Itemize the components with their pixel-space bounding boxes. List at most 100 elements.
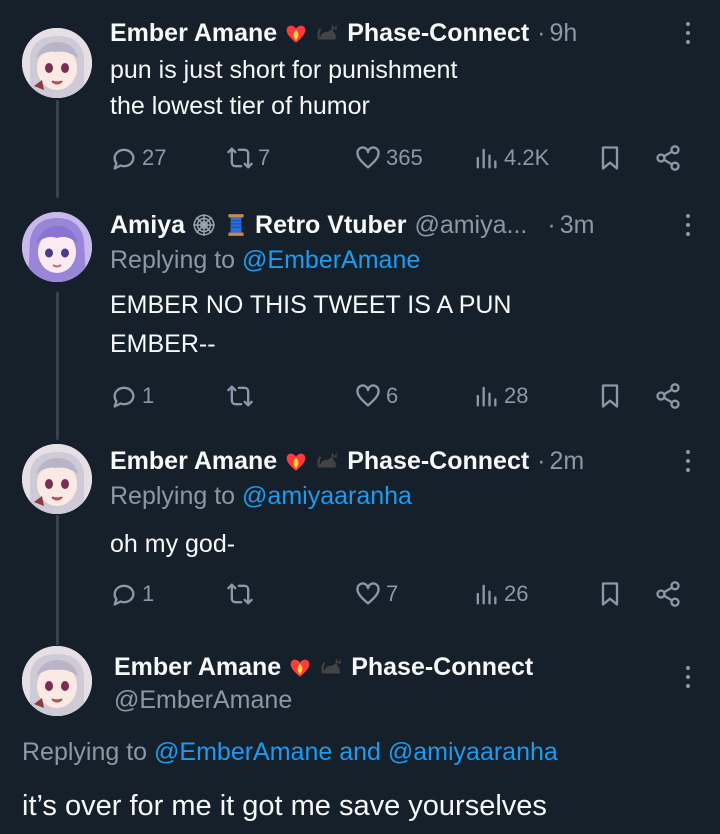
mention-link[interactable]: @EmberAmane: [242, 246, 420, 274]
tweet[interactable]: Ember Amane Phase-Connect · 2m Replying …: [0, 430, 720, 630]
tweet-text: pun is just short for punishment the low…: [110, 52, 680, 124]
reply-button[interactable]: 27: [110, 140, 166, 176]
share-icon: [656, 383, 680, 409]
reply-icon: [113, 386, 135, 408]
share-button[interactable]: [654, 576, 682, 612]
display-name[interactable]: Amiya: [110, 211, 185, 240]
retweet-button[interactable]: 7: [226, 140, 270, 176]
tweet-text-line: the lowest tier of humor: [110, 92, 370, 120]
display-name[interactable]: Ember Amane: [110, 447, 277, 476]
views-button[interactable]: 26: [472, 576, 528, 612]
tweet-header: Ember Amane Phase-Connect · 2m: [110, 444, 660, 478]
views-count: 28: [504, 383, 529, 408]
avatar-amiya-image: [22, 212, 92, 282]
avatar[interactable]: [22, 212, 92, 282]
name-suffix: Phase-Connect: [351, 652, 534, 681]
mention-link[interactable]: @EmberAmane: [154, 738, 332, 766]
spider-web-emoji: [191, 212, 217, 238]
replying-and: and: [332, 738, 388, 766]
reply-icon: [113, 148, 135, 170]
views-chart-icon: [476, 584, 497, 605]
timestamp[interactable]: 2m: [550, 447, 585, 476]
heart-fire-emoji: [283, 20, 309, 46]
display-name[interactable]: Ember Amane: [114, 653, 281, 682]
avatar[interactable]: [22, 28, 92, 98]
share-button[interactable]: [654, 140, 682, 176]
more-options-icon[interactable]: [684, 662, 692, 692]
name-suffix: Retro Vtuber: [255, 210, 407, 239]
reply-button[interactable]: 1: [110, 378, 154, 414]
views-chart-icon: [476, 148, 497, 169]
bookmark-button[interactable]: [596, 576, 624, 612]
display-name[interactable]: Ember Amane: [110, 19, 277, 48]
tweet-header: Amiya Retro Vtuber @amiya... · 3m: [110, 208, 660, 242]
bookmark-button[interactable]: [596, 378, 624, 414]
username[interactable]: @amiya...: [414, 211, 527, 240]
mention-link[interactable]: @amiyaaranha: [242, 482, 412, 510]
share-icon: [656, 581, 680, 607]
tweet-actions: 1 7 26: [110, 576, 690, 612]
tweet-text-line: pun is just short for punishment: [110, 56, 458, 84]
like-count: 6: [386, 383, 399, 408]
like-button[interactable]: 365: [354, 140, 423, 176]
more-options-icon[interactable]: [684, 210, 692, 240]
retweet-button[interactable]: [226, 378, 254, 414]
avatar-ember-image: [22, 28, 92, 98]
share-icon: [656, 145, 680, 171]
tweet-text-line: oh my god-: [110, 530, 236, 558]
bookmark-icon: [601, 384, 619, 408]
like-button[interactable]: 7: [354, 576, 398, 612]
avatar[interactable]: [22, 646, 92, 716]
more-options-icon[interactable]: [684, 446, 692, 476]
main-tweet-text: it’s over for me it got me save yourselv…: [22, 790, 547, 822]
reply-count: 1: [142, 383, 155, 408]
username[interactable]: @EmberAmane: [114, 686, 292, 715]
more-options-icon[interactable]: [684, 18, 692, 48]
replying-to-label: Replying to: [22, 738, 155, 766]
like-count: 365: [386, 145, 423, 170]
name-suffix: Phase-Connect: [347, 18, 530, 47]
heart-icon: [356, 582, 380, 605]
retweet-button[interactable]: [226, 576, 254, 612]
timestamp[interactable]: 3m: [560, 211, 595, 240]
like-button[interactable]: 6: [354, 378, 398, 414]
tweet-actions: 27 7 365 4.2K: [110, 140, 690, 176]
tweet[interactable]: Ember Amane Phase-Connect · 9h pun is ju…: [0, 0, 720, 190]
reply-button[interactable]: 1: [110, 576, 154, 612]
tweet-text: EMBER NO THIS TWEET IS A PUN EMBER--: [110, 286, 680, 364]
avatar-ember-image: [22, 646, 92, 716]
views-count: 26: [504, 581, 529, 606]
views-count: 4.2K: [504, 145, 550, 170]
tweet-header: Ember Amane Phase-Connect · 9h: [110, 16, 660, 50]
bookmark-button[interactable]: [596, 140, 624, 176]
views-button[interactable]: 28: [472, 378, 528, 414]
reply-count: 1: [142, 581, 155, 606]
tweet[interactable]: Amiya Retro Vtuber @amiya... · 3m Replyi…: [0, 190, 720, 430]
thread-spool-emoji: [223, 212, 249, 238]
avatar[interactable]: [22, 444, 92, 514]
separator-dot: ·: [547, 210, 556, 239]
tweet-actions: 1 6 28: [110, 378, 690, 414]
replying-to-label: Replying to: [110, 246, 243, 274]
black-cat-emoji: [319, 654, 345, 680]
like-count: 7: [386, 581, 399, 606]
views-chart-icon: [476, 386, 497, 407]
timestamp[interactable]: 9h: [550, 19, 578, 48]
retweet-icon: [227, 583, 253, 605]
replying-to: Replying to @amiyaaranha: [110, 482, 412, 511]
share-button[interactable]: [654, 378, 682, 414]
heart-fire-emoji: [287, 654, 313, 680]
separator-dot: ·: [537, 18, 546, 47]
retweet-icon: [227, 147, 253, 169]
replying-to-label: Replying to: [110, 482, 243, 510]
reply-icon: [113, 584, 135, 606]
mention-link[interactable]: @amiyaaranha: [388, 738, 558, 766]
retweet-icon: [227, 385, 253, 407]
bookmark-icon: [601, 582, 619, 606]
heart-icon: [356, 146, 380, 169]
views-button[interactable]: 4.2K: [472, 140, 549, 176]
heart-fire-emoji: [283, 448, 309, 474]
main-tweet: Ember Amane Phase-Connect @EmberAmane Re…: [0, 630, 720, 834]
retweet-count: 7: [258, 145, 271, 170]
black-cat-emoji: [315, 448, 341, 474]
